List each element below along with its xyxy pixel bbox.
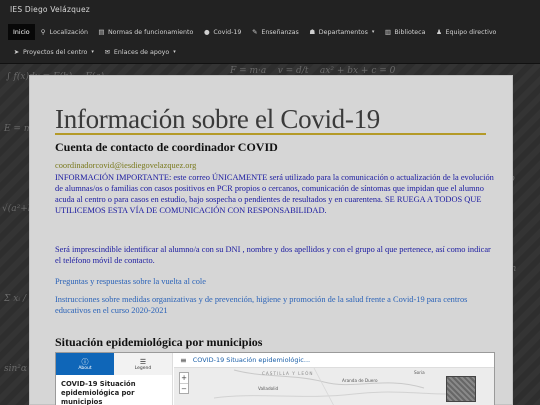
caret-down-icon: ▾: [173, 49, 176, 55]
document-icon: ▤: [98, 28, 105, 36]
nav-item-biblioteca[interactable]: ▥ Biblioteca: [379, 24, 430, 40]
nav-item-localizacion[interactable]: ⚲ Localización: [35, 24, 93, 40]
nav-item-label: Proyectos del centro: [23, 48, 88, 56]
map-label-city2: Aranda de Duero: [342, 378, 378, 383]
map-canvas[interactable]: + − CASTILLA Y LEÓN Valladolid Aranda de…: [174, 368, 494, 405]
coordinator-email-link[interactable]: coordinadorcovid@iesdiegovelazquez.org: [55, 160, 495, 171]
instructions-link[interactable]: Instrucciones sobre medidas organizativa…: [55, 294, 495, 316]
top-navbar: IES Diego Velázquez Inicio ⚲ Localización ▤…: [0, 0, 540, 64]
pencil-icon: ✎: [252, 28, 258, 36]
caret-down-icon: ▾: [371, 29, 375, 35]
map-header-title[interactable]: COVID-19 Situación epidemiológic...: [193, 356, 310, 364]
tab-about[interactable]: ⓘ About: [56, 353, 114, 375]
site-brand[interactable]: IES Diego Velázquez: [10, 5, 90, 14]
users-icon: ♟: [436, 28, 442, 36]
graduation-cap-icon: ☗: [309, 28, 316, 36]
nav-item-departamentos[interactable]: ☗ Departamentos ▾: [304, 24, 380, 40]
identification-notice: Será imprescindible identificar al alumn…: [55, 245, 491, 265]
title-underline: [55, 133, 486, 135]
map-label-region: CASTILLA Y LEÓN: [262, 371, 314, 376]
nav-item-label: Departamentos: [318, 28, 368, 36]
nav-item-label: Inicio: [13, 28, 30, 36]
nav-item-normas-de-funcionamiento[interactable]: ▤ Normas de funcionamiento: [93, 24, 198, 40]
contact-heading: Cuenta de contacto de coordinador COVID: [55, 140, 278, 154]
nav-item-label: Equipo directivo: [445, 28, 497, 36]
important-notice: INFORMACIÓN IMPORTANTE: este correo ÚNIC…: [55, 173, 494, 215]
faq-link[interactable]: Preguntas y respuestas sobre la vuelta a…: [55, 276, 495, 287]
embedded-covid-map[interactable]: ⓘ About ☰ Legend COVID-19 Situación epid…: [55, 352, 495, 405]
book-icon: ▥: [384, 28, 391, 36]
zoom-out-button[interactable]: −: [180, 383, 188, 393]
zoom-controls: + −: [179, 372, 189, 394]
nav-item-label: Localización: [49, 28, 88, 36]
tab-about-label: About: [78, 365, 92, 371]
nav-item-label: Biblioteca: [394, 28, 426, 36]
info-icon: ⓘ: [81, 357, 89, 366]
tab-legend[interactable]: ☰ Legend: [114, 353, 172, 375]
map-sidebar-tabs: ⓘ About ☰ Legend: [56, 353, 172, 375]
virus-icon: ●: [204, 28, 210, 36]
content-panel: Información sobre el Covid-19 Cuenta de …: [29, 75, 513, 405]
nav-row-secondary: ➤ Proyectos del centro ▾ ✉ Enlaces de apoyo ▾: [8, 44, 181, 60]
nav-item-ensenanzas[interactable]: ✎ Enseñanzas: [246, 24, 303, 40]
situation-heading: Situación epidemiológica por municipios: [55, 335, 263, 349]
nav-item-equipo-directivo[interactable]: ♟ Equipo directivo: [431, 24, 502, 40]
paper-plane-icon: ➤: [13, 48, 20, 56]
nav-item-label: Enlaces de apoyo: [113, 48, 170, 56]
mail-icon: ✉: [104, 48, 111, 56]
nav-item-label: Enseñanzas: [261, 28, 299, 36]
nav-item-enlaces-de-apoyo[interactable]: ✉ Enlaces de apoyo ▾: [99, 44, 181, 60]
nav-item-inicio[interactable]: Inicio: [8, 24, 35, 40]
map-sidebar: ⓘ About ☰ Legend COVID-19 Situación epid…: [56, 353, 173, 405]
map-label-city3: Soria: [414, 370, 425, 375]
map-thumbnail[interactable]: [446, 376, 476, 402]
hamburger-menu-icon[interactable]: ≡: [180, 356, 187, 365]
nav-item-label: Covid-19: [213, 28, 242, 36]
tab-legend-label: Legend: [134, 365, 152, 371]
map-label-city1: Valladolid: [258, 386, 279, 391]
zoom-in-button[interactable]: +: [180, 373, 188, 383]
legend-icon: ☰: [139, 357, 147, 366]
caret-down-icon: ▾: [91, 49, 94, 55]
nav-row-primary: Inicio ⚲ Localización ▤ Normas de funcionami…: [8, 24, 501, 40]
map-sidebar-title: COVID-19 Situación epidemiológica por mu…: [61, 380, 136, 405]
map-header: ≡ COVID-19 Situación epidemiológic...: [174, 353, 494, 368]
nav-item-covid-19[interactable]: ● Covid-19: [198, 24, 246, 40]
page-title: Información sobre el Covid-19: [55, 104, 380, 134]
location-pin-icon: ⚲: [40, 28, 46, 36]
nav-item-proyectos-del-centro[interactable]: ➤ Proyectos del centro ▾: [8, 44, 99, 60]
nav-item-label: Normas de funcionamiento: [107, 28, 194, 36]
